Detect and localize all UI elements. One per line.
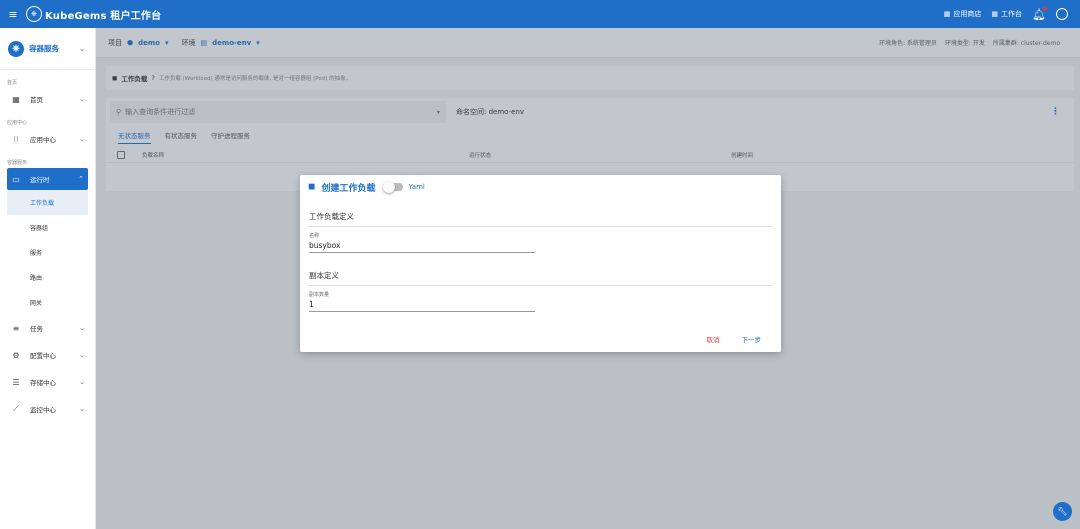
sidebar-subitem-gateway[interactable]: 网关 (0, 290, 95, 315)
next-step-button[interactable]: 下一步 (742, 334, 762, 344)
sidebar-item-monitor[interactable]: ⟋ 监控中心 ⌄ (0, 398, 95, 420)
sidebar-item-label: 配置中心 (30, 352, 56, 360)
section-label-apps: 应用中心 (7, 120, 28, 126)
toggle-knob (382, 181, 395, 193)
replica-field[interactable]: 副本数量 1 (309, 291, 535, 312)
replica-field-value[interactable]: 1 (309, 300, 535, 309)
sidebar-subitem-workload[interactable]: 工作负载 (7, 190, 88, 215)
grid-icon: ▦ (991, 10, 999, 18)
chevron-down-icon: ⌄ (79, 405, 85, 413)
chevron-up-icon: ⌃ (78, 175, 84, 183)
chevron-down-icon: ⌄ (79, 135, 85, 143)
sidebar-item-label: 存储中心 (30, 379, 56, 387)
account-icon[interactable] (1056, 8, 1068, 20)
notification-dot (1043, 6, 1047, 11)
container-service-icon: ⎈ (8, 40, 24, 57)
sidebar-item-home[interactable]: ▦ 首页 ⌄ (0, 88, 95, 110)
replica-field-label: 副本数量 (309, 292, 330, 298)
yaml-toggle[interactable] (382, 181, 403, 193)
sidebar-item-label: 运行时 (30, 176, 50, 184)
app-store-label: 应用商店 (953, 10, 982, 18)
sidebar-item-config[interactable]: ⚙ 配置中心 ⌄ (0, 344, 95, 366)
gear-icon: ⚙ (12, 350, 20, 360)
database-icon: ☰ (12, 377, 20, 387)
name-field-value[interactable]: busybox (309, 241, 535, 250)
sidebar-subitem-route[interactable]: 路由 (0, 265, 95, 290)
chevron-down-icon: ⌄ (79, 44, 85, 53)
wrench-icon[interactable]: 🔧︎ (1053, 502, 1072, 521)
bell-icon[interactable]: 🔔︎ (1032, 6, 1047, 21)
sidebar-item-label: 首页 (30, 96, 43, 104)
sidebar-subitem-service[interactable]: 服务 (0, 240, 95, 265)
apps-grid-icon: ⁝⁝ (13, 134, 19, 144)
create-workload-dialog: ◼ 创建工作负载 Yaml 工作负载定义 名称 busybox 副本定义 副本数… (300, 175, 781, 352)
sidebar: ⎈ 容器服务 ⌄ 首页 ▦ 首页 ⌄ 应用中心 ⁝⁝ 应用中心 ⌄ 容器服务 ▭… (0, 28, 96, 529)
module-label: 容器服务 (29, 44, 59, 53)
chart-line-icon: ⟋ (13, 404, 19, 413)
workspace-label: 工作台 (1001, 10, 1023, 18)
kubegems-logo-icon: ⎈ (26, 6, 42, 22)
section-workload-definition: 工作负载定义 (309, 211, 771, 227)
sidebar-item-label: 监控中心 (30, 406, 56, 414)
sidebar-item-storage[interactable]: ☰ 存储中心 ⌄ (0, 371, 95, 393)
sidebar-item-label: 应用中心 (30, 136, 56, 144)
section-label-home: 首页 (7, 80, 18, 86)
chevron-down-icon: ⌄ (79, 324, 85, 332)
name-field[interactable]: 名称 busybox (309, 232, 535, 253)
task-list-icon: ≡ (12, 323, 20, 333)
sidebar-item-app-center[interactable]: ⁝⁝ 应用中心 ⌄ (0, 128, 95, 150)
yaml-label: Yaml (408, 183, 425, 191)
dashboard-icon: ▦ (12, 94, 20, 104)
menu-icon[interactable]: ≡ (0, 8, 26, 21)
sidebar-item-runtime[interactable]: ▭ 运行时 ⌃ (7, 168, 88, 190)
top-bar: ≡ ⎈ KubeGems 租户工作台 ▦ 应用商店 ▦ 工作台 🔔︎ (0, 0, 1080, 28)
chevron-down-icon: ⌄ (79, 95, 85, 103)
sidebar-item-tasks[interactable]: ≡ 任务 ⌄ (0, 317, 95, 339)
chevron-down-icon: ⌄ (79, 378, 85, 386)
module-switcher[interactable]: ⎈ 容器服务 ⌄ (0, 28, 95, 70)
sidebar-subitem-pods[interactable]: 容器组 (0, 215, 95, 240)
window-icon: ▭ (12, 174, 20, 184)
sidebar-item-label: 任务 (30, 325, 43, 333)
cancel-button[interactable]: 取消 (707, 334, 720, 344)
app-store-button[interactable]: ▦ 应用商店 (944, 9, 982, 19)
dialog-title: 创建工作负载 (321, 183, 376, 194)
chevron-down-icon: ⌄ (79, 351, 85, 359)
store-icon: ▦ (943, 10, 951, 18)
workspace-button[interactable]: ▦ 工作台 (991, 9, 1022, 19)
section-replica-definition: 副本定义 (309, 270, 771, 286)
app-brand: KubeGems 租户工作台 (45, 10, 162, 22)
name-field-label: 名称 (309, 233, 320, 239)
section-label-container: 容器服务 (7, 160, 28, 166)
workload-icon: ◼ (308, 182, 316, 192)
